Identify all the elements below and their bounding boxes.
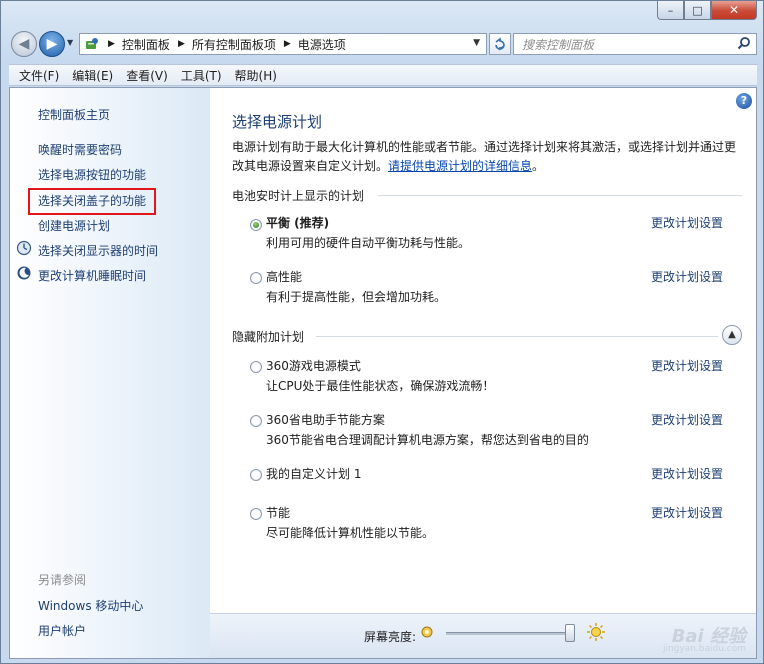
breadcrumb-power-options[interactable]: 电源选项 xyxy=(298,36,346,53)
plan-desc-power-saver: 尽可能降低计算机性能以节能。 xyxy=(266,526,435,540)
breadcrumb-separator-icon: ▶ xyxy=(177,39,185,49)
brightness-label: 屏幕亮度: xyxy=(364,630,417,644)
see-also-mobility-center[interactable]: Windows 移动中心 xyxy=(38,597,143,614)
menu-edit[interactable]: 编辑(E) xyxy=(72,67,113,84)
plan-details-link[interactable]: 请提供电源计划的详细信息 xyxy=(388,159,532,173)
close-button[interactable]: ✕ xyxy=(711,1,757,20)
plan-radio-custom-1[interactable] xyxy=(250,469,262,481)
sidebar-item-sleep[interactable]: 更改计算机睡眠时间 xyxy=(38,267,146,284)
plan-name-360-saver[interactable]: 360省电助手节能方案 xyxy=(266,411,385,428)
plan-radio-balanced[interactable] xyxy=(250,219,262,231)
page-title: 选择电源计划 xyxy=(232,113,323,131)
brightness-slider-track[interactable] xyxy=(446,632,574,635)
plan-desc-balanced: 利用可用的硬件自动平衡功耗与性能。 xyxy=(266,236,471,250)
address-bar[interactable]: ▶ 控制面板 ▶ 所有控制面板项 ▶ 电源选项 ▼ xyxy=(79,33,487,55)
change-plan-link-360-saver[interactable]: 更改计划设置 xyxy=(651,411,723,428)
sidebar-item-power-button[interactable]: 选择电源按钮的功能 xyxy=(38,166,146,183)
baidu-watermark-url: jingyan.baidu.com xyxy=(662,644,746,654)
plan-radio-360-game[interactable] xyxy=(250,361,262,373)
menu-view[interactable]: 查看(V) xyxy=(126,67,168,84)
main-panel: ? 选择电源计划 电源计划有助于最大化计算机的性能或者节能。通过选择计划来将其激… xyxy=(210,88,756,658)
change-plan-link-high-performance[interactable]: 更改计划设置 xyxy=(651,268,723,285)
section-divider xyxy=(316,336,718,337)
plan-desc-360-saver: 360节能省电合理调配计算机电源方案，帮您达到省电的目的 xyxy=(266,433,589,447)
brightness-slider-thumb[interactable] xyxy=(565,624,576,642)
brightness-low-icon xyxy=(420,625,434,639)
sidebar-item-lid-close[interactable]: 选择关闭盖子的功能 xyxy=(38,192,146,209)
plan-desc-high-performance: 有利于提高性能，但会增加功耗。 xyxy=(266,290,447,304)
plan-name-custom-1[interactable]: 我的自定义计划 1 xyxy=(266,465,361,482)
menu-tools[interactable]: 工具(T) xyxy=(181,67,222,84)
see-also-user-accounts[interactable]: 用户帐户 xyxy=(38,622,86,639)
minimize-button[interactable]: – xyxy=(657,1,684,20)
intro-end: 。 xyxy=(532,159,545,173)
change-plan-link-power-saver[interactable]: 更改计划设置 xyxy=(651,504,723,521)
navigation-bar: ◀ ▶ ▼ ▶ 控制面板 ▶ 所有控制面板项 ▶ 电源选项 ▼ 搜索控制面板 xyxy=(9,29,757,59)
control-panel-icon xyxy=(84,36,100,52)
search-placeholder: 搜索控制面板 xyxy=(522,37,595,52)
menu-bar: 文件(F) 编辑(E) 查看(V) 工具(T) 帮助(H) xyxy=(9,64,757,86)
refresh-icon xyxy=(495,37,505,51)
brightness-high-icon xyxy=(586,622,606,642)
breadcrumb-separator-icon: ▶ xyxy=(283,39,291,49)
change-plan-link-balanced[interactable]: 更改计划设置 xyxy=(651,214,723,231)
plan-radio-high-performance[interactable] xyxy=(250,272,262,284)
window-frame: – □ ✕ ◀ ▶ ▼ ▶ 控制面板 ▶ 所有控制面板项 ▶ 电源选项 ▼ 搜索… xyxy=(0,0,764,664)
search-icon[interactable] xyxy=(737,36,751,54)
plan-desc-360-game: 让CPU处于最佳性能状态，确保游戏流畅！ xyxy=(266,379,495,393)
plan-name-360-game[interactable]: 360游戏电源模式 xyxy=(266,357,361,374)
refresh-button[interactable] xyxy=(489,33,511,55)
battery-section-heading: 电池安时计上显示的计划 xyxy=(232,189,365,203)
menu-help[interactable]: 帮助(H) xyxy=(235,67,277,84)
plan-radio-360-saver[interactable] xyxy=(250,415,262,427)
caption-buttons: – □ ✕ xyxy=(657,1,757,21)
breadcrumb-separator-icon: ▶ xyxy=(108,39,115,49)
recent-pages-dropdown[interactable]: ▼ xyxy=(67,38,73,47)
sleep-icon xyxy=(16,265,32,281)
plan-radio-power-saver[interactable] xyxy=(250,508,262,520)
plan-name-balanced[interactable]: 平衡 (推荐) xyxy=(266,214,329,231)
intro-text: 电源计划有助于最大化计算机的性能或者节能。通过选择计划来将其激活，或选择计划并通… xyxy=(232,138,744,176)
plan-name-power-saver[interactable]: 节能 xyxy=(266,504,290,521)
plan-name-high-performance[interactable]: 高性能 xyxy=(266,268,302,285)
hidden-section-heading: 隐藏附加计划 xyxy=(232,330,305,344)
section-divider xyxy=(378,195,742,196)
breadcrumb-all-items[interactable]: 所有控制面板项 xyxy=(192,36,276,53)
back-button[interactable]: ◀ xyxy=(11,31,37,57)
display-off-icon xyxy=(16,240,32,256)
maximize-button[interactable]: □ xyxy=(684,1,711,20)
sidebar-item-wake-password[interactable]: 唤醒时需要密码 xyxy=(38,141,122,158)
change-plan-link-360-game[interactable]: 更改计划设置 xyxy=(651,357,723,374)
address-dropdown-icon[interactable]: ▼ xyxy=(473,38,480,48)
sidebar-item-display-off[interactable]: 选择关闭显示器的时间 xyxy=(38,242,158,259)
menu-file[interactable]: 文件(F) xyxy=(19,67,59,84)
sidebar-item-create-plan[interactable]: 创建电源计划 xyxy=(38,217,110,234)
breadcrumb-control-panel[interactable]: 控制面板 xyxy=(122,36,170,53)
sidebar: 控制面板主页 唤醒时需要密码 选择电源按钮的功能 选择关闭盖子的功能 创建电源计… xyxy=(10,88,210,658)
content-area: 控制面板主页 唤醒时需要密码 选择电源按钮的功能 选择关闭盖子的功能 创建电源计… xyxy=(9,87,757,659)
collapse-hidden-plans-button[interactable]: ▲ xyxy=(722,325,742,345)
change-plan-link-custom-1[interactable]: 更改计划设置 xyxy=(651,465,723,482)
sidebar-home-link[interactable]: 控制面板主页 xyxy=(38,106,110,123)
brightness-bar: 屏幕亮度: Bai 经验 jingyan.baidu.com xyxy=(210,613,756,658)
search-input[interactable]: 搜索控制面板 xyxy=(513,33,757,55)
see-also-heading: 另请参阅 xyxy=(38,573,87,587)
forward-button[interactable]: ▶ xyxy=(39,31,65,57)
help-icon[interactable]: ? xyxy=(736,93,752,109)
